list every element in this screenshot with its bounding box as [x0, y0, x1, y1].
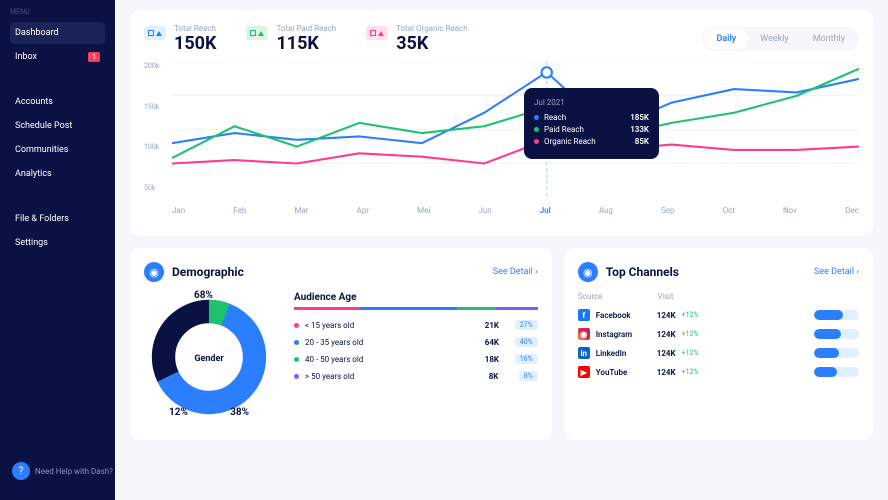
nav-accounts[interactable]: Accounts [10, 91, 105, 113]
channel-row[interactable]: inLinkedIn124K+12% [578, 347, 859, 359]
tab-monthly[interactable]: Monthly [801, 29, 857, 49]
stats-row: Total Reach150K Total Paid Reach115K Tot… [144, 24, 859, 54]
y-axis: 200k 150k 100k 50k [144, 62, 159, 192]
reach-chart-card: Total Reach150K Total Paid Reach115K Tot… [130, 10, 873, 236]
stat-paid-reach: Total Paid Reach115K [246, 24, 336, 54]
menu-label: MENU [10, 8, 105, 16]
stat-icon-blue [144, 26, 166, 40]
chart-tooltip: Jul 2021 Reach185K Paid Reach133K Organi… [524, 88, 659, 159]
chart-svg [172, 62, 859, 197]
nav-communities[interactable]: Communities [10, 139, 105, 161]
nav-files[interactable]: File & Folders [10, 208, 105, 230]
demographic-icon: ◉ [144, 262, 164, 282]
stat-total-reach: Total Reach150K [144, 24, 216, 54]
nav-dashboard[interactable]: Dashboard [10, 22, 105, 44]
channels-icon: ◉ [578, 262, 598, 282]
gender-donut: Gender 68% 38% 12% [144, 292, 274, 426]
nav-inbox[interactable]: Inbox1 [10, 46, 105, 68]
channel-row[interactable]: ▶YouTube124K+12% [578, 366, 859, 378]
tab-weekly[interactable]: Weekly [748, 29, 800, 49]
demo-see-detail[interactable]: See Detail › [493, 267, 538, 277]
main: Total Reach150K Total Paid Reach115K Tot… [115, 0, 888, 500]
channel-row[interactable]: fFacebook124K+12% [578, 309, 859, 321]
inbox-badge: 1 [88, 52, 100, 62]
section-apps [10, 78, 105, 86]
tab-daily[interactable]: Daily [704, 29, 748, 49]
sidebar: MENU Dashboard Inbox1 Accounts Schedule … [0, 0, 115, 500]
channel-row[interactable]: ◉Instagram124K+12% [578, 328, 859, 340]
channels-see-detail[interactable]: See Detail › [814, 267, 859, 277]
stat-icon-green [246, 26, 268, 40]
help-text: Need Help with Dash? [35, 467, 113, 476]
demographic-card: ◉ Demographic See Detail › Gender 68% 38… [130, 248, 552, 440]
help-icon: ? [12, 462, 30, 480]
stat-organic-reach: Total Organic Reach35K [366, 24, 467, 54]
audience-age: Audience Age < 15 years old21K27% 20 - 3… [294, 292, 538, 426]
nav-settings[interactable]: Settings [10, 232, 105, 254]
help-button[interactable]: ? Need Help with Dash? [12, 462, 113, 480]
stat-icon-pink [366, 26, 388, 40]
time-tabs: Daily Weekly Monthly [702, 27, 859, 51]
channels-list: fFacebook124K+12% ◉Instagram124K+12% inLin… [578, 309, 859, 378]
line-chart: 200k 150k 100k 50k Jan Feb [144, 62, 859, 222]
nav-analytics[interactable]: Analytics [10, 163, 105, 185]
top-channels-card: ◉ Top Channels See Detail › SourceVisit … [564, 248, 873, 440]
section-other [10, 195, 105, 203]
bottom-row: ◉ Demographic See Detail › Gender 68% 38… [130, 248, 873, 452]
x-axis: Jan Feb Mar Apr Mei Jun Jul Aug Sep Oct … [172, 206, 859, 215]
nav-schedule[interactable]: Schedule Post [10, 115, 105, 137]
